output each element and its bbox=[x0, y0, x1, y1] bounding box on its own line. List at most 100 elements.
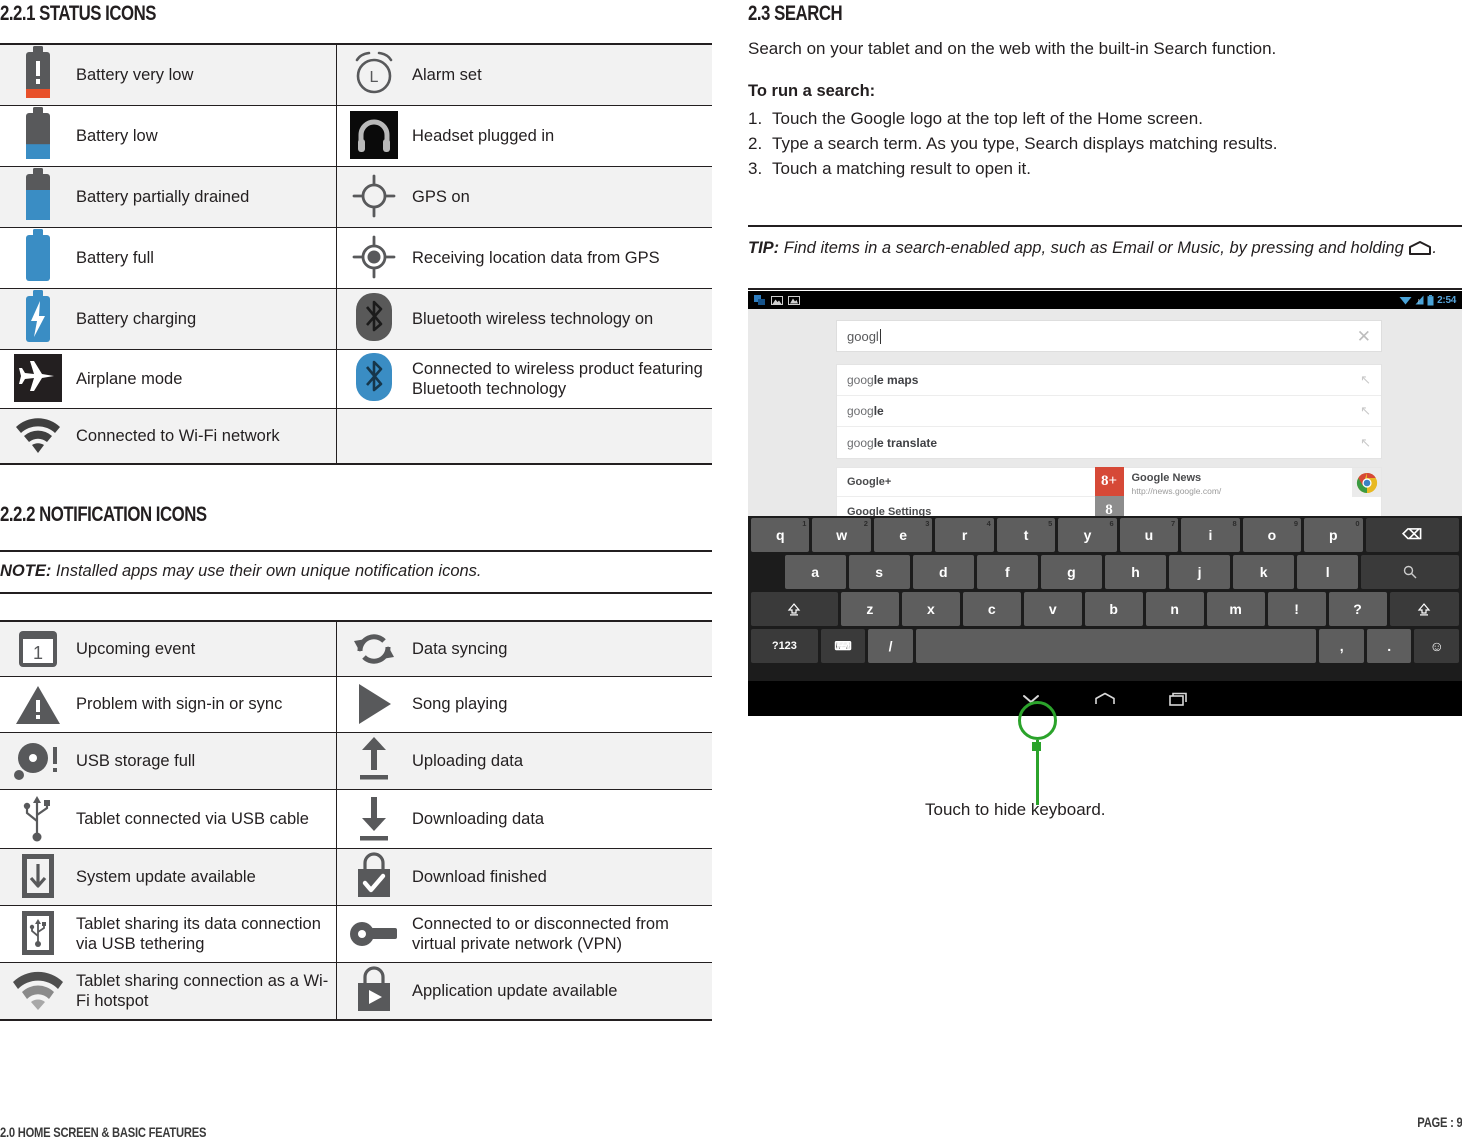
list-item[interactable]: google translate ↖ bbox=[837, 427, 1381, 458]
key-r[interactable]: 4r bbox=[935, 517, 994, 552]
tip-block: TIP: Find items in a search-enabled app,… bbox=[748, 238, 1462, 259]
icon-label: Connected to Wi-Fi network bbox=[76, 408, 336, 464]
key-slash[interactable]: / bbox=[868, 628, 913, 663]
key-c[interactable]: c bbox=[962, 591, 1021, 626]
key-u[interactable]: 7u bbox=[1119, 517, 1179, 552]
keyboard-spacer bbox=[751, 555, 782, 589]
search-heading: 2.3 SEARCH bbox=[748, 2, 843, 25]
key-alt-label: 6 bbox=[1109, 518, 1114, 528]
insert-suggestion-icon[interactable]: ↖ bbox=[1360, 372, 1371, 388]
key-space[interactable] bbox=[915, 628, 1317, 663]
icon-cell: L bbox=[335, 44, 412, 106]
key-i[interactable]: 8i bbox=[1181, 517, 1240, 552]
tip-divider bbox=[748, 225, 1462, 227]
suggestion-text: google translate bbox=[847, 435, 938, 450]
key-b[interactable]: b bbox=[1084, 591, 1143, 626]
icon-cell bbox=[0, 166, 76, 228]
manual-page: 2.2.1 STATUS ICONS Battery very low L Ala… bbox=[0, 0, 1462, 1148]
icon-label: Upcoming event bbox=[76, 621, 336, 677]
key-backspace[interactable]: ⌫ bbox=[1365, 517, 1460, 552]
emoji-icon[interactable]: ☺ bbox=[1414, 628, 1459, 663]
table-row: Battery partially drained GPS on bbox=[0, 166, 712, 228]
icon-cell bbox=[335, 676, 412, 733]
signal-status-icon: ! bbox=[1415, 295, 1424, 305]
table-row: System update available Download finishe… bbox=[0, 848, 712, 906]
key-j[interactable]: j bbox=[1169, 554, 1231, 589]
list-item: 3. Touch a matching result to open it. bbox=[748, 156, 1462, 181]
home-icon[interactable] bbox=[1092, 688, 1118, 710]
key-g[interactable]: g bbox=[1040, 554, 1102, 589]
tip-text-before: Find items in a search-enabled app, such… bbox=[779, 239, 1409, 257]
key-symbols[interactable]: ?123 bbox=[751, 628, 818, 663]
key-t[interactable]: 5t bbox=[996, 517, 1056, 552]
insert-suggestion-icon[interactable]: ↖ bbox=[1360, 403, 1371, 419]
key-w[interactable]: 2w bbox=[812, 517, 871, 552]
icon-cell bbox=[335, 789, 412, 849]
key-s[interactable]: s bbox=[848, 554, 910, 589]
key-z[interactable]: z bbox=[840, 591, 899, 626]
key-h[interactable]: h bbox=[1104, 554, 1167, 589]
search-query-text: googl bbox=[847, 328, 879, 344]
key-alt-label: 7 bbox=[1171, 518, 1176, 528]
key-y[interactable]: 6y bbox=[1058, 517, 1117, 552]
key-v[interactable]: v bbox=[1023, 591, 1082, 626]
list-item[interactable]: google maps ↖ bbox=[837, 365, 1381, 396]
list-item[interactable]: Google+ bbox=[837, 468, 1095, 497]
key-d[interactable]: d bbox=[912, 554, 974, 589]
footer-section-label: 2.0 HOME SCREEN & BASIC FEATURES bbox=[0, 1124, 207, 1140]
clear-search-icon[interactable]: ✕ bbox=[1357, 328, 1371, 345]
note-prefix: NOTE: bbox=[0, 562, 52, 580]
key-?[interactable]: ? bbox=[1328, 591, 1387, 626]
bluetooth-on-icon bbox=[345, 290, 403, 344]
callout-highlight-ring bbox=[1018, 701, 1057, 740]
key-alt-label: 5 bbox=[1048, 518, 1053, 528]
key-p[interactable]: 0p bbox=[1304, 517, 1363, 552]
step-number: 2. bbox=[748, 134, 763, 154]
notification-note: NOTE: Installed apps may use their own u… bbox=[0, 550, 712, 594]
key-a[interactable]: a bbox=[784, 554, 846, 589]
key-e[interactable]: 3e bbox=[873, 517, 933, 552]
icon-cell bbox=[335, 288, 412, 350]
key-x[interactable]: x bbox=[901, 591, 960, 626]
list-item: 2. Type a search term. As you type, Sear… bbox=[748, 131, 1462, 156]
search-icon[interactable] bbox=[1361, 554, 1459, 589]
key-comma[interactable]: , bbox=[1319, 628, 1364, 663]
system-navigation-bar bbox=[748, 681, 1462, 716]
key-o[interactable]: 9o bbox=[1242, 517, 1302, 552]
icon-label: System update available bbox=[76, 848, 336, 906]
statusbar-time: 2:54 bbox=[1437, 294, 1456, 306]
key-alt-label: 4 bbox=[986, 518, 991, 528]
recents-icon[interactable] bbox=[1166, 688, 1192, 710]
key-m[interactable]: m bbox=[1206, 591, 1265, 626]
icon-cell bbox=[0, 676, 76, 733]
list-item[interactable]: google ↖ bbox=[837, 396, 1381, 427]
downloading-data-icon bbox=[345, 791, 403, 845]
table-row: Battery low Headset plugged in bbox=[0, 105, 712, 167]
key-f[interactable]: f bbox=[976, 554, 1038, 589]
key-l[interactable]: l bbox=[1297, 554, 1359, 589]
icon-cell bbox=[335, 848, 412, 906]
tip-divider-bottom bbox=[748, 288, 1462, 290]
keyboard-settings-icon[interactable]: ⌨ bbox=[820, 628, 866, 663]
key-q[interactable]: 1q bbox=[751, 517, 810, 552]
callout-endpoint bbox=[1032, 742, 1041, 751]
onscreen-keyboard[interactable]: 1q 2w 3e 4r 5t 6y 7u 8i 9o 0 p ⌫ asdfghjkl… bbox=[748, 516, 1462, 681]
wifi-status-icon bbox=[1399, 297, 1412, 305]
chrome-icon[interactable] bbox=[1352, 468, 1381, 497]
battery-full-icon bbox=[9, 228, 67, 282]
key-n[interactable]: n bbox=[1145, 591, 1204, 626]
insert-suggestion-icon[interactable]: ↖ bbox=[1360, 435, 1371, 451]
key-alt-label: 1 bbox=[802, 518, 807, 528]
key-shift-left[interactable] bbox=[751, 591, 838, 626]
table-row: Connected to Wi-Fi network bbox=[0, 408, 712, 464]
icon-cell bbox=[335, 105, 412, 167]
g-plus-icon[interactable]: 8+ bbox=[1094, 467, 1124, 496]
key-k[interactable]: k bbox=[1233, 554, 1295, 589]
search-input[interactable]: googl ✕ bbox=[836, 320, 1382, 352]
key-period[interactable]: . bbox=[1366, 628, 1412, 663]
battery-status-icon bbox=[1427, 294, 1434, 305]
song-playing-icon bbox=[345, 677, 403, 731]
icon-cell bbox=[335, 621, 412, 677]
key-![interactable]: ! bbox=[1267, 591, 1326, 626]
key-shift-right[interactable] bbox=[1389, 591, 1460, 626]
